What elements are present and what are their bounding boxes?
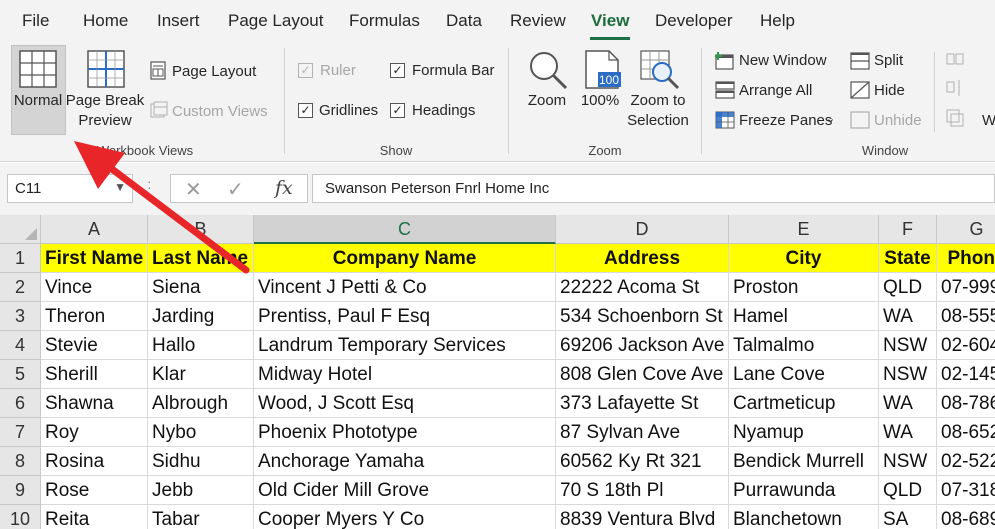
excel-window: File Home Insert Page Layout Formulas Da… xyxy=(0,0,995,529)
red-arrow-annotation xyxy=(74,141,250,274)
